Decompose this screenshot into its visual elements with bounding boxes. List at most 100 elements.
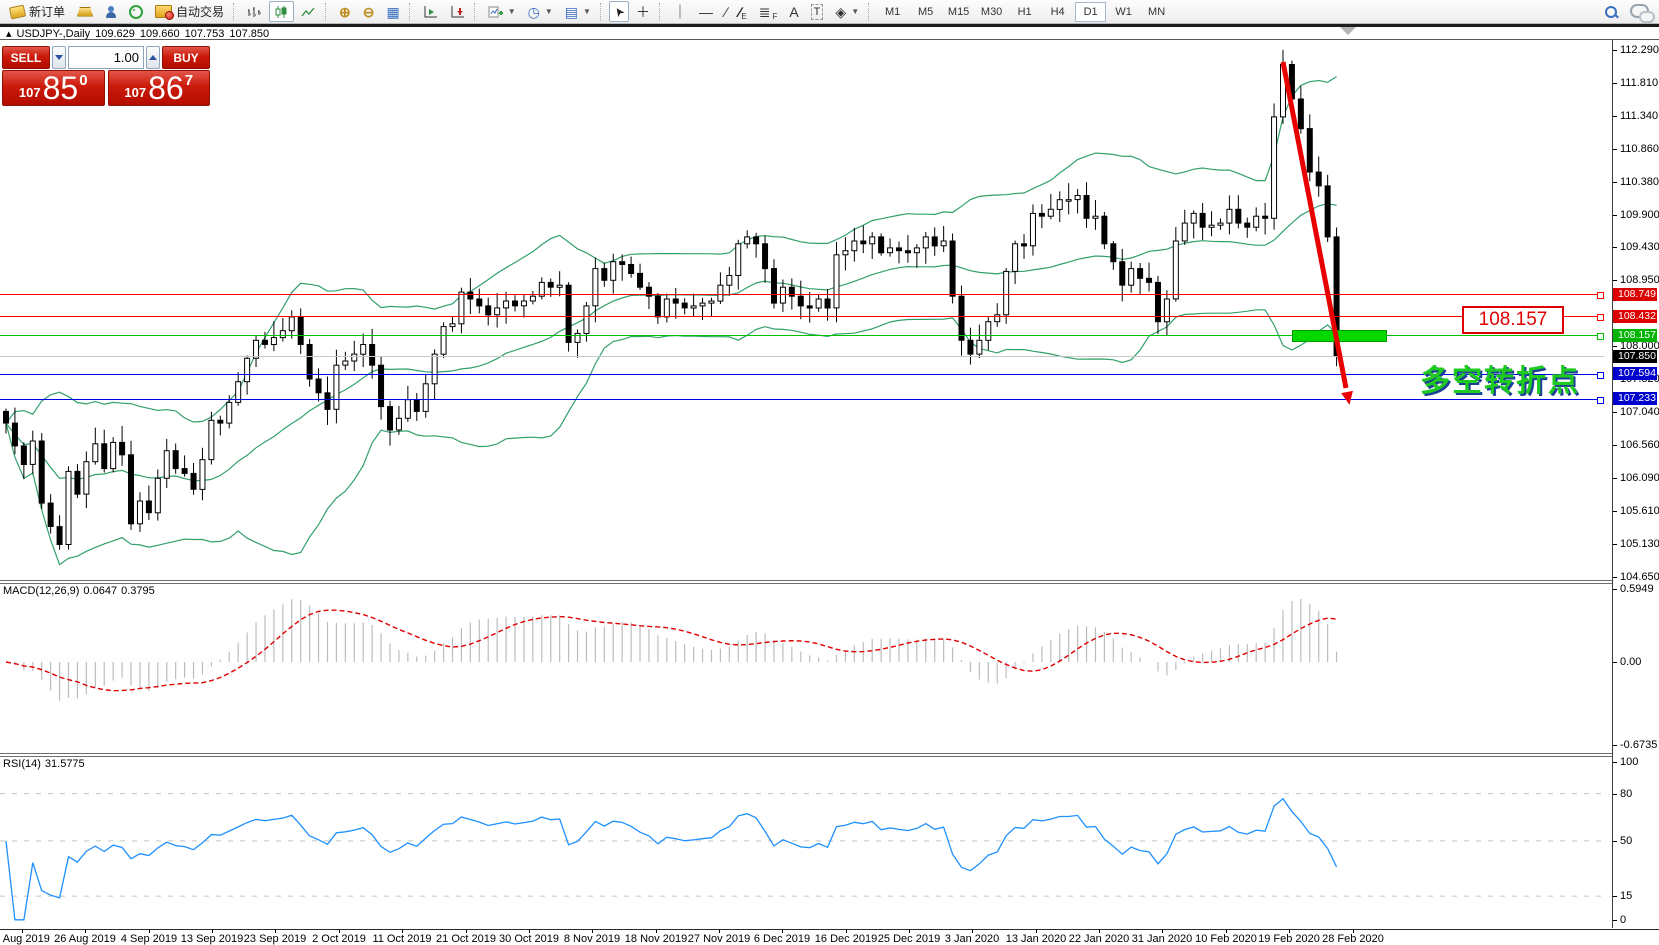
date-label-16-Dec-2019: 16 Dec 2019 [815, 933, 877, 945]
line-end-marker[interactable] [1597, 372, 1604, 379]
pane-divider[interactable] [0, 580, 1659, 584]
date-label-10-Feb-2020: 10 Feb 2020 [1195, 933, 1257, 945]
rsi-label: RSI(14)31.5775 [3, 758, 89, 770]
symbol-info: ▴USDJPY-,Daily109.629109.660107.753107.8… [6, 27, 274, 39]
candlestick-mode-button[interactable] [269, 1, 294, 22]
vertical-line-tool-button[interactable]: ｜ [668, 1, 692, 22]
dropdown-caret-icon: ▼ [545, 7, 553, 16]
cursor-tool-button[interactable]: ➤ [609, 1, 629, 22]
strategy-tester-button[interactable] [100, 1, 122, 22]
price-tick-105.610: 105.610 [1613, 505, 1659, 517]
date-label-5-Aug-2019: 5 Aug 2019 [0, 933, 50, 945]
timeframe-h4[interactable]: H4 [1042, 2, 1073, 22]
zoom-in-icon: ⊕ [339, 5, 351, 19]
main-chart-panel[interactable]: 108.157 多空转折点 [0, 40, 1612, 580]
symbol-marker-icon: ▴ [6, 28, 12, 40]
signals-button[interactable] [124, 1, 148, 22]
timeframe-h1[interactable]: H1 [1009, 2, 1040, 22]
volume-decrease-button[interactable] [52, 46, 66, 69]
signal-icon [129, 5, 143, 19]
price-tick-111.810: 111.810 [1613, 77, 1658, 89]
toolbar-separator [868, 3, 873, 21]
timeframe-m30[interactable]: M30 [976, 2, 1007, 22]
zoom-out-button[interactable]: ⊖ [358, 1, 380, 22]
line-end-marker[interactable] [1597, 292, 1604, 299]
horizontal-line-107.594[interactable] [0, 374, 1604, 375]
date-axis[interactable]: 5 Aug 201926 Aug 20194 Sep 201913 Sep 20… [0, 929, 1659, 945]
timeframe-m5[interactable]: M5 [910, 2, 941, 22]
buy-button[interactable]: BUY [162, 46, 210, 69]
bar-chart-mode-button[interactable] [242, 1, 267, 22]
triangle-down-icon [55, 55, 63, 60]
text-label-tool-button[interactable]: T [806, 1, 829, 22]
buy-price-display[interactable]: 107867 [108, 70, 211, 106]
new-chart-button[interactable]: ▼ [483, 1, 521, 22]
chart-shift-marker-icon[interactable] [1340, 27, 1356, 35]
auto-scroll-button[interactable] [418, 1, 443, 22]
ohlc-high: 109.660 [140, 28, 180, 40]
autotrading-label: 自动交易 [176, 3, 224, 20]
fibonacci-tool-button[interactable]: ≣F [754, 1, 783, 22]
sell-button[interactable]: SELL [2, 46, 50, 69]
horizontal-line-107.850[interactable] [0, 356, 1604, 357]
macd-name: MACD(12,26,9) [3, 585, 79, 597]
price-tick-110.860: 110.860 [1613, 143, 1659, 155]
annotation-text[interactable]: 多空转折点 [1420, 356, 1580, 400]
templates-button[interactable]: ▤▼ [560, 1, 596, 22]
pane-divider[interactable] [0, 753, 1659, 757]
timeframe-d1[interactable]: D1 [1075, 2, 1106, 22]
autotrading-button[interactable]: 自动交易 [150, 1, 229, 22]
timeframe-w1[interactable]: W1 [1108, 2, 1139, 22]
sell-price-main: 85 [43, 73, 79, 104]
timeframe-mn[interactable]: MN [1141, 2, 1172, 22]
horizontal-line-108.749[interactable] [0, 294, 1604, 295]
periods-button[interactable]: ◷▼ [523, 1, 558, 22]
search-button[interactable] [1599, 1, 1623, 22]
rsi-panel[interactable]: RSI(14)31.5775 [0, 756, 1612, 928]
timeframe-m1[interactable]: M1 [877, 2, 908, 22]
trendline-icon: ∕ [725, 5, 727, 19]
trendline-tool-button[interactable]: ∕ [720, 1, 732, 22]
toolbar: 新订单 自动交易 ⊕ ⊖ ▦ ▼ [0, 0, 1659, 24]
buy-price-pip: 7 [185, 72, 193, 89]
highlight-bar[interactable] [1292, 330, 1387, 342]
clock-icon: ◷ [528, 5, 540, 19]
volume-input[interactable] [68, 46, 144, 69]
timeframe-m15[interactable]: M15 [943, 2, 974, 22]
market-watch-button[interactable] [72, 1, 98, 22]
text-tool-button[interactable]: A [784, 1, 803, 22]
rsi-axis-50: 50 [1613, 835, 1632, 847]
date-label-2-Oct-2019: 2 Oct 2019 [312, 933, 366, 945]
community-chat-button[interactable] [1625, 1, 1654, 22]
new-order-label: 新订单 [29, 3, 65, 20]
new-order-button[interactable]: 新订单 [5, 1, 70, 22]
arrows-tool-button[interactable]: ◈▼ [830, 1, 864, 22]
line-end-marker[interactable] [1597, 314, 1604, 321]
new-chart-icon [488, 5, 503, 19]
line-chart-mode-button[interactable] [296, 1, 321, 22]
channel-tool-button[interactable]: ∕∕E [734, 1, 751, 22]
zoom-in-button[interactable]: ⊕ [334, 1, 356, 22]
horizontal-line-tool-button[interactable]: — [694, 1, 718, 22]
ohlc-low: 107.753 [185, 28, 225, 40]
chart-shift-button[interactable] [445, 1, 470, 22]
tile-windows-button[interactable]: ▦ [382, 1, 405, 22]
sell-price-display[interactable]: 107850 [2, 70, 105, 106]
horizontal-line-icon: — [699, 5, 713, 19]
line-end-marker[interactable] [1597, 333, 1604, 340]
buy-price-main: 86 [148, 73, 184, 104]
price-tag-label[interactable]: 108.157 [1462, 306, 1564, 334]
date-label-22-Jan-2020: 22 Jan 2020 [1069, 933, 1130, 945]
volume-increase-button[interactable] [146, 46, 160, 69]
price-axis[interactable]: 112.290111.810111.340110.860110.380109.9… [1612, 40, 1659, 928]
line-end-marker[interactable] [1597, 397, 1604, 404]
macd-value-signal: 0.3795 [121, 585, 155, 597]
autotrading-icon [155, 5, 172, 18]
horizontal-line-107.233[interactable] [0, 399, 1604, 400]
horizontal-line-108.432[interactable] [0, 316, 1604, 317]
macd-panel[interactable]: MACD(12,26,9)0.06470.3795 [0, 583, 1612, 753]
date-label-3-Jan-2020: 3 Jan 2020 [945, 933, 999, 945]
price-tick-108.950: 108.950 [1613, 274, 1659, 286]
crosshair-tool-button[interactable]: ＋ [631, 1, 655, 22]
text-label-icon: T [811, 4, 824, 20]
